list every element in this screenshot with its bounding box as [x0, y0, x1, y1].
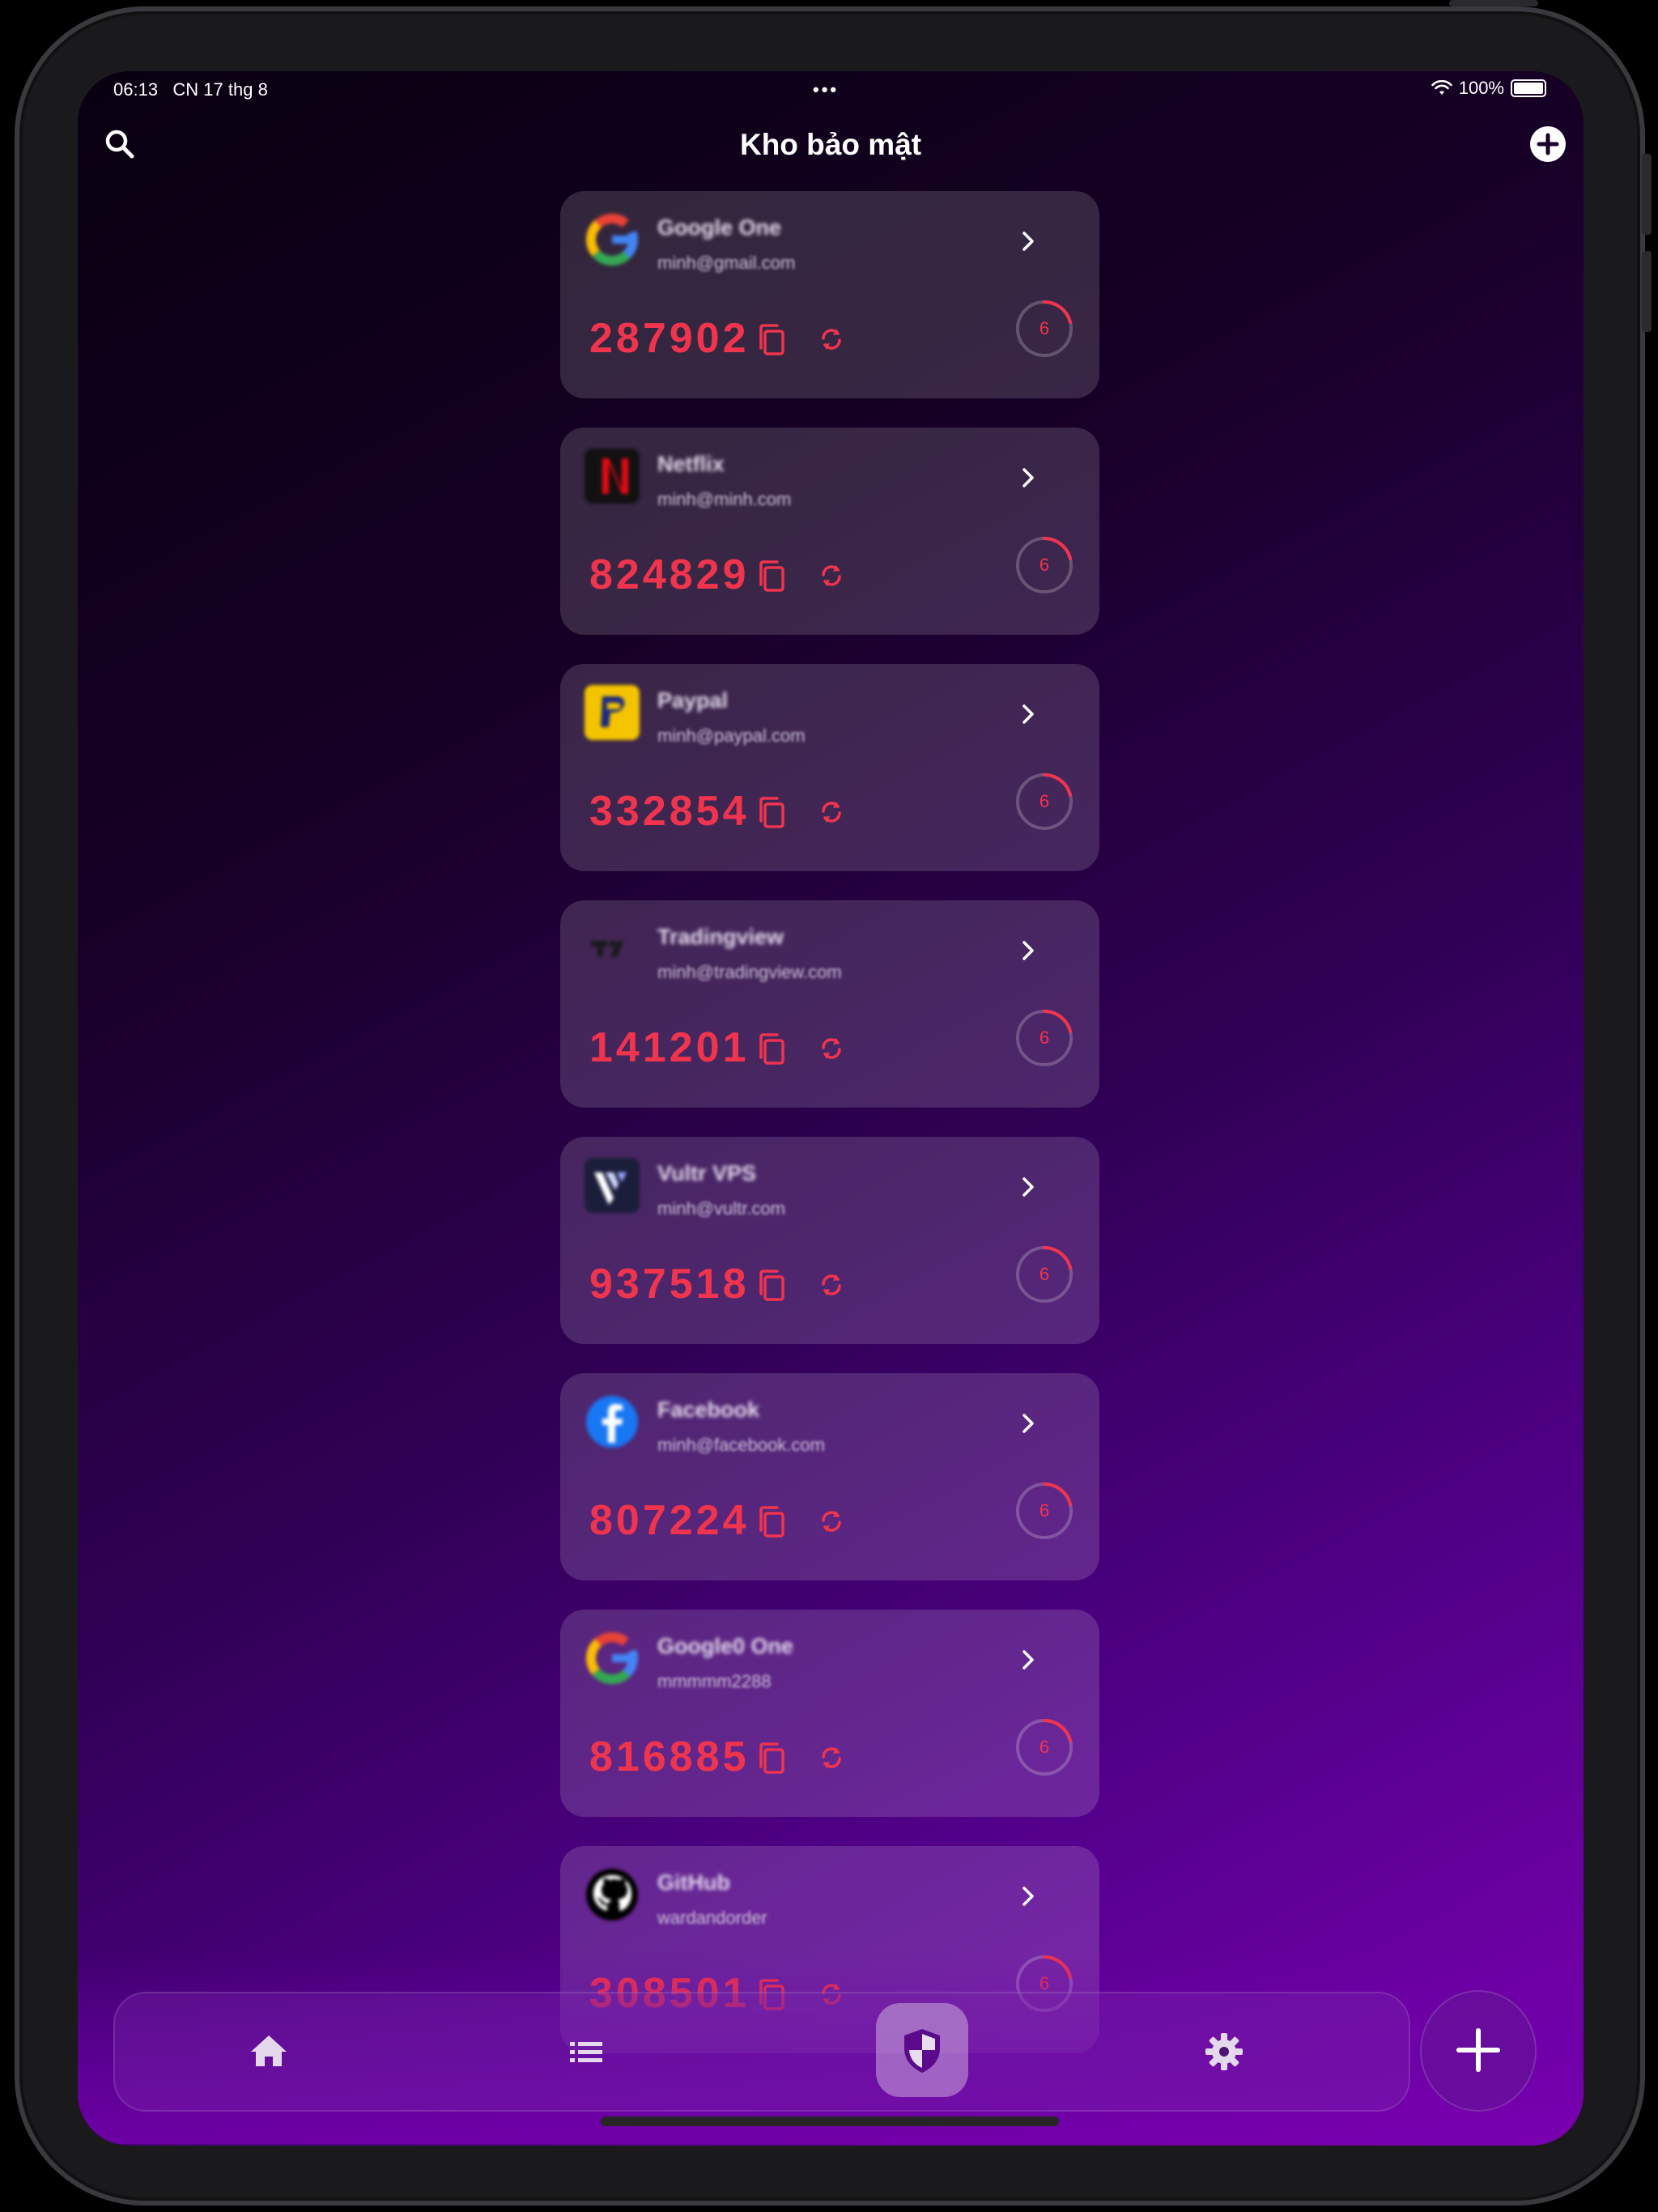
status-bar: 06:13 CN 17 thg 8 ••• 100%	[78, 71, 1584, 107]
list-icon[interactable]	[559, 2024, 614, 2079]
refresh-icon[interactable]	[814, 1268, 848, 1302]
countdown-value: 6	[1039, 1500, 1050, 1521]
otp-code: 824829	[589, 551, 750, 598]
account-name: Google0 One	[657, 1634, 794, 1658]
chevron-right-icon[interactable]	[1014, 700, 1043, 729]
copy-icon[interactable]	[755, 793, 790, 832]
countdown-value: 6	[1039, 1737, 1050, 1757]
account-email: wardandorder	[657, 1908, 767, 1928]
chevron-right-icon[interactable]	[1014, 227, 1043, 256]
account-name: GitHub	[657, 1870, 730, 1895]
tab-bar	[113, 1992, 1410, 2112]
paypal-logo-icon	[585, 685, 640, 740]
countdown-value: 6	[1039, 318, 1050, 338]
status-right: 100%	[1431, 78, 1546, 99]
top-button	[1449, 0, 1538, 6]
account-email: mmmmm2288	[657, 1671, 772, 1691]
shield-icon	[904, 2029, 940, 2073]
google-logo-icon	[585, 1631, 640, 1686]
tab-security[interactable]	[876, 2003, 968, 2097]
otp-code: 816885	[589, 1733, 750, 1780]
google-logo-icon	[585, 212, 640, 267]
copy-icon[interactable]	[755, 321, 790, 359]
account-card[interactable]: Paypal minh@paypal.com 332854 6	[560, 664, 1099, 871]
otp-code: 807224	[589, 1497, 750, 1544]
volume-button	[1642, 154, 1652, 235]
account-card[interactable]: Netflix minh@minh.com 824829 6	[560, 428, 1099, 635]
account-email: minh@vultr.com	[657, 1198, 786, 1219]
battery-icon	[1511, 79, 1546, 97]
refresh-icon[interactable]	[814, 795, 848, 829]
account-card[interactable]: Facebook minh@facebook.com 807224 6	[560, 1373, 1099, 1580]
account-card[interactable]: Google0 One mmmmm2288 816885 6	[560, 1610, 1099, 1817]
volume-button	[1642, 251, 1652, 332]
status-time: 06:13 CN 17 thg 8	[113, 79, 268, 100]
account-card[interactable]: Vultr VPS minh@vultr.com 937518 6	[560, 1137, 1099, 1344]
countdown-timer: 6	[1014, 1244, 1075, 1305]
vultr-logo-icon	[585, 1158, 640, 1213]
github-logo-icon	[585, 1867, 640, 1922]
wifi-icon	[1431, 80, 1452, 95]
otp-code: 937518	[589, 1261, 750, 1308]
countdown-value: 6	[1039, 555, 1050, 575]
add-account-button[interactable]	[1420, 1990, 1537, 2112]
chevron-right-icon[interactable]	[1014, 1882, 1043, 1911]
plus-icon	[1456, 2028, 1500, 2072]
countdown-value: 6	[1039, 791, 1050, 811]
account-card[interactable]: Tradingview minh@tradingview.com 141201 6	[560, 900, 1099, 1108]
countdown-timer: 6	[1014, 534, 1075, 596]
account-email: minh@facebook.com	[657, 1435, 825, 1455]
countdown-timer: 6	[1014, 298, 1075, 359]
battery-percent: 100%	[1458, 78, 1504, 98]
home-icon[interactable]	[241, 2024, 296, 2079]
otp-code: 332854	[589, 788, 750, 835]
copy-icon[interactable]	[755, 1739, 790, 1778]
refresh-icon[interactable]	[814, 322, 848, 356]
copy-icon[interactable]	[755, 1503, 790, 1542]
chevron-right-icon[interactable]	[1014, 463, 1043, 492]
netflix-logo-icon	[585, 449, 640, 504]
account-email: minh@paypal.com	[657, 725, 806, 746]
home-indicator[interactable]	[601, 2116, 1059, 2126]
copy-icon[interactable]	[755, 557, 790, 596]
chevron-right-icon[interactable]	[1014, 1409, 1043, 1438]
app-screen: 06:13 CN 17 thg 8 ••• 100% Kho bảo mật G…	[78, 71, 1584, 2146]
account-email: minh@minh.com	[657, 489, 792, 509]
chevron-right-icon[interactable]	[1014, 1172, 1043, 1202]
copy-icon[interactable]	[755, 1030, 790, 1069]
account-name: Paypal	[657, 688, 729, 713]
refresh-icon[interactable]	[814, 1032, 848, 1066]
facebook-logo-icon	[585, 1394, 640, 1449]
countdown-timer: 6	[1014, 1716, 1075, 1778]
refresh-icon[interactable]	[814, 1741, 848, 1775]
account-card[interactable]: Google One minh@gmail.com 287902 6	[560, 191, 1099, 398]
account-name: Netflix	[657, 452, 725, 476]
copy-icon[interactable]	[755, 1266, 790, 1305]
countdown-value: 6	[1039, 1264, 1050, 1284]
account-name: Vultr VPS	[657, 1161, 757, 1185]
tradingview-logo-icon	[585, 921, 640, 976]
chevron-right-icon[interactable]	[1014, 1645, 1043, 1674]
countdown-value: 6	[1039, 1027, 1050, 1048]
countdown-timer: 6	[1014, 1480, 1075, 1542]
refresh-icon[interactable]	[814, 559, 848, 593]
account-email: minh@tradingview.com	[657, 962, 842, 982]
plus-circle-icon[interactable]	[1527, 123, 1569, 165]
top-header: Kho bảo mật	[78, 120, 1584, 168]
account-email: minh@gmail.com	[657, 253, 796, 273]
gear-icon[interactable]	[1197, 2024, 1252, 2079]
chevron-right-icon[interactable]	[1014, 936, 1043, 965]
account-name: Google One	[657, 215, 782, 240]
refresh-icon[interactable]	[814, 1504, 848, 1538]
otp-code: 287902	[589, 315, 750, 362]
page-title: Kho bảo mật	[739, 128, 922, 161]
account-name: Tradingview	[657, 925, 784, 949]
account-name: Facebook	[657, 1397, 760, 1422]
countdown-timer: 6	[1014, 1007, 1075, 1069]
multitask-dots[interactable]: •••	[813, 79, 839, 100]
otp-code: 141201	[589, 1024, 750, 1071]
countdown-timer: 6	[1014, 771, 1075, 832]
